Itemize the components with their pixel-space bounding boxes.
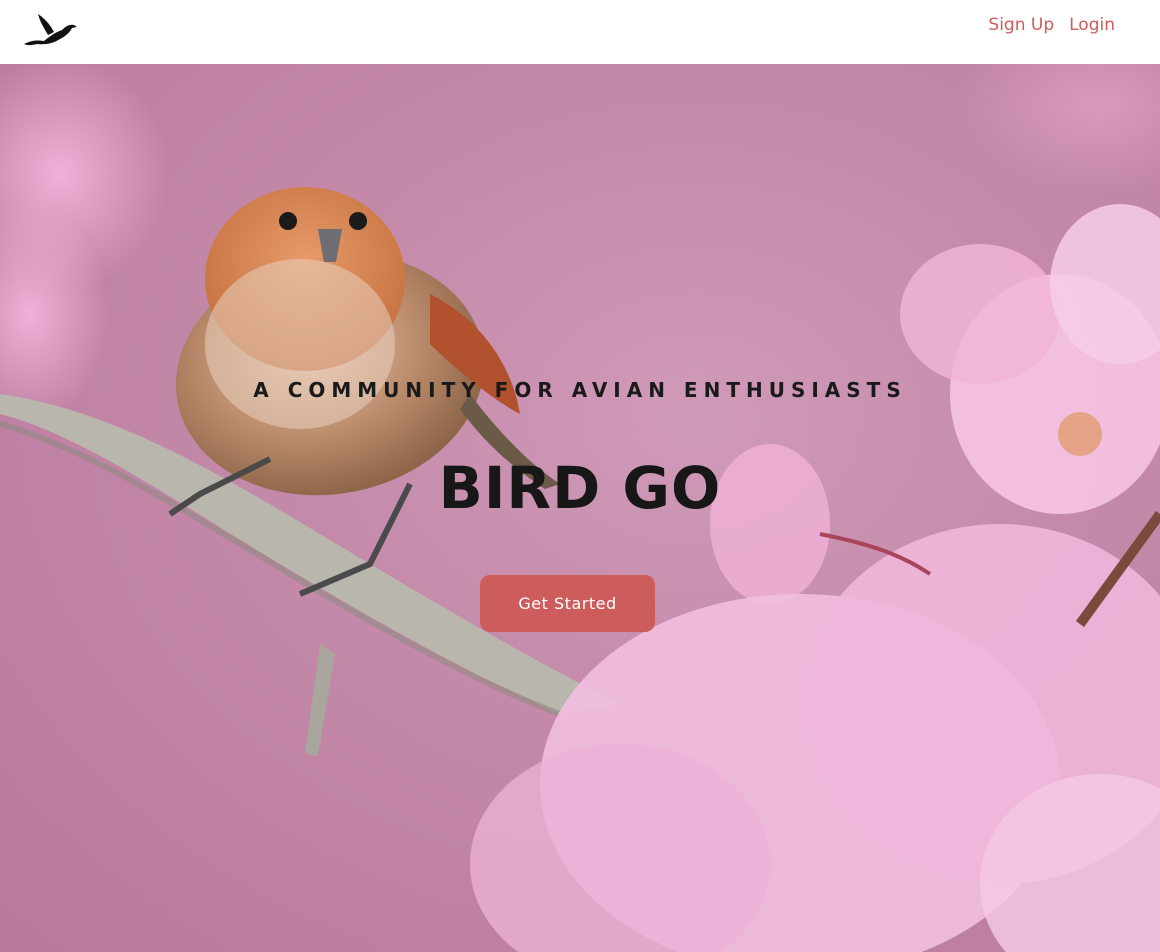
get-started-button[interactable]: Get Started <box>480 575 655 632</box>
header-nav: Sign Up Login <box>988 12 1115 38</box>
hero-title: BIRD GO <box>438 454 722 522</box>
login-link[interactable]: Login <box>1069 12 1115 38</box>
bird-logo-icon[interactable] <box>22 10 78 50</box>
site-header: Sign Up Login <box>0 0 1160 64</box>
hero-section: A COMMUNITY FOR AVIAN ENTHUSIASTS BIRD G… <box>0 64 1160 952</box>
signup-link[interactable]: Sign Up <box>988 12 1054 38</box>
hero-tagline: A COMMUNITY FOR AVIAN ENTHUSIASTS <box>253 378 907 402</box>
